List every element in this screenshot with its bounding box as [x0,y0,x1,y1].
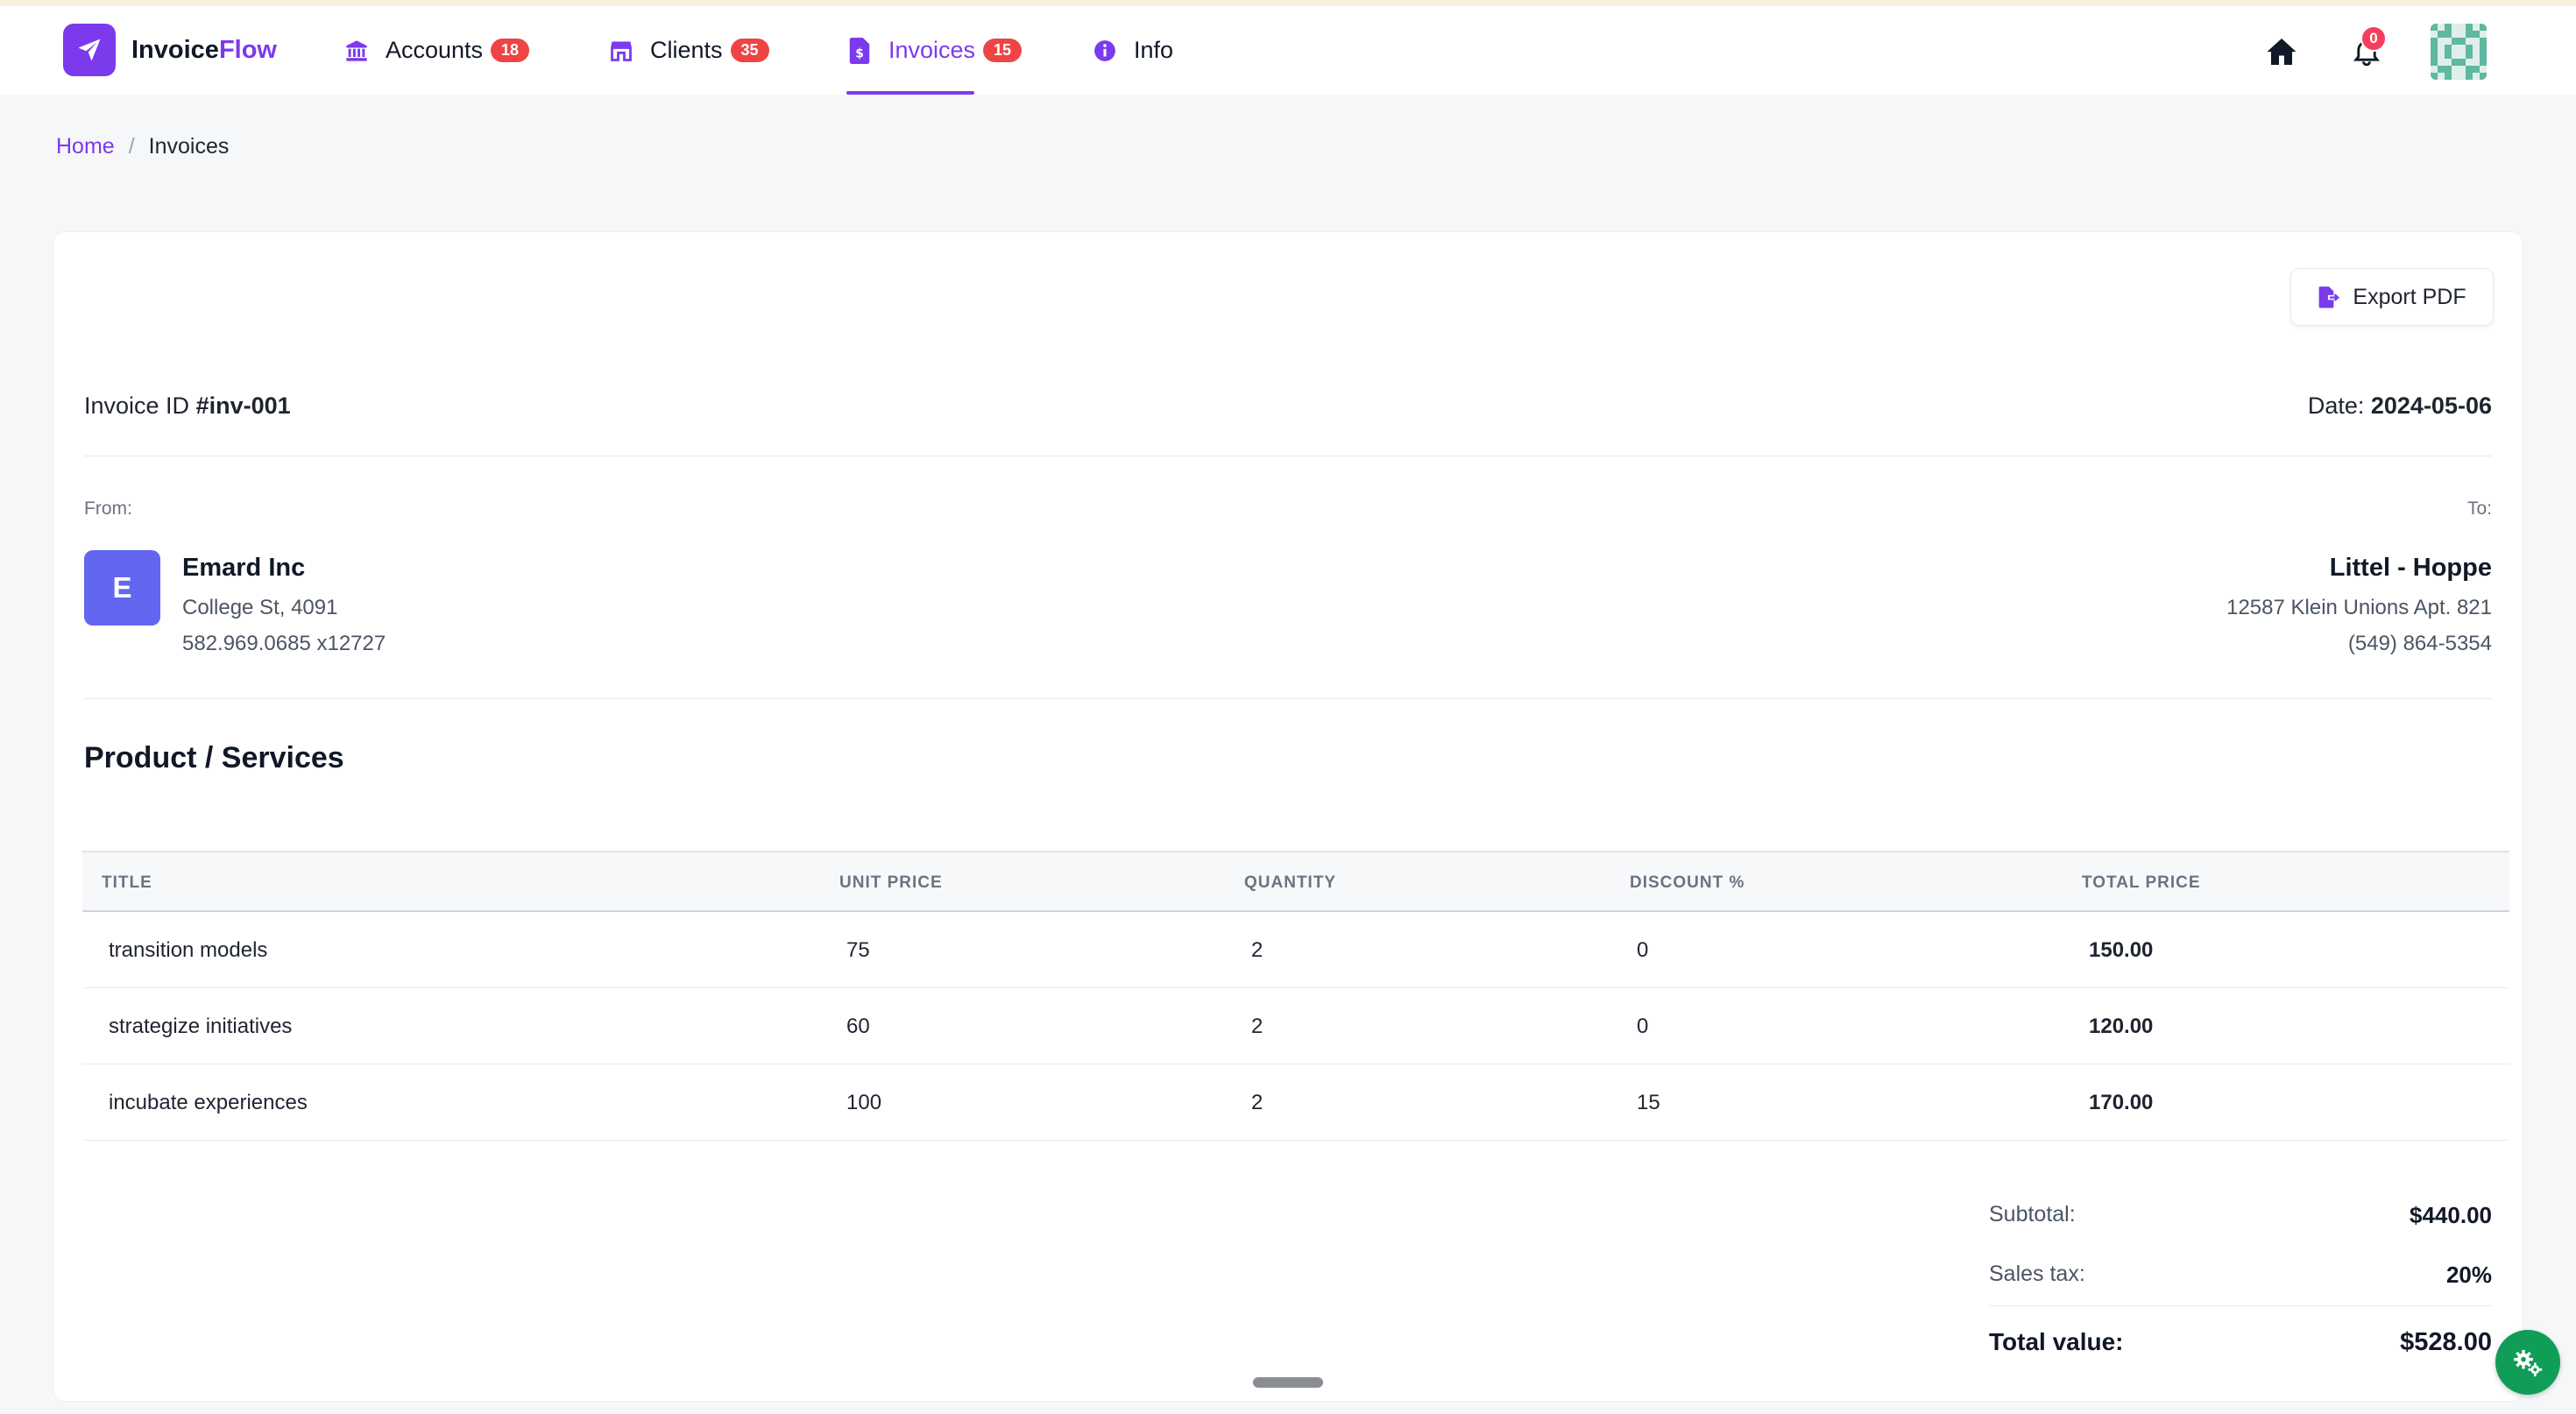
sender-name: Emard Inc [182,554,306,582]
sender-avatar: E [84,550,160,626]
count-badge: 35 [730,39,769,62]
cell-discount: 0 [1637,1015,1649,1038]
count-badge: 18 [491,39,530,62]
nav-item-info[interactable]: Info [1092,6,1173,95]
nav-item-invoices[interactable]: $ Invoices 15 [846,6,1023,95]
table-row: transition models 75 2 0 150.00 [82,912,2509,988]
breadcrumb-current: Invoices [148,134,230,159]
brand[interactable]: InvoiceFlow [63,24,277,76]
cell-quantity: 2 [1251,1091,1263,1114]
cell-unit-price: 75 [846,938,870,962]
sender-phone: 582.969.0685 x12727 [182,632,386,655]
cell-title: strategize initiatives [109,1015,293,1038]
cell-discount: 0 [1637,938,1649,962]
recipient-phone: (549) 864-5354 [2347,632,2492,655]
cell-unit-price: 100 [846,1091,882,1114]
divider [1989,1305,2492,1306]
invoice-file-icon: $ [846,37,873,64]
top-navbar: InvoiceFlow Accounts 18 Clients 35 $ Inv… [0,6,2576,95]
sales-tax-value: 20% [2445,1262,2492,1288]
home-icon[interactable] [2266,36,2297,67]
notification-badge: 0 [2360,25,2387,52]
column-header-unit-price: UNIT PRICE [839,873,943,892]
nav-item-label: Clients [650,37,723,63]
to-label: To: [2466,498,2492,519]
nav-item-accounts[interactable]: Accounts 18 [343,6,530,95]
cell-quantity: 2 [1251,938,1263,962]
column-header-total-price: TOTAL PRICE [2082,873,2201,892]
products-table: TITLE UNIT PRICE QUANTITY DISCOUNT % TOT… [82,851,2509,1141]
sender-address: College St, 4091 [182,596,338,619]
brand-name: InvoiceFlow [131,35,277,64]
store-icon [608,38,634,64]
breadcrumb-separator: / [128,134,135,159]
invoice-card [53,231,2523,1402]
avatar[interactable] [2431,24,2487,80]
recipient-address: 12587 Klein Unions Apt. 821 [2226,596,2492,619]
table-row: strategize initiatives 60 2 0 120.00 [82,988,2509,1064]
nav-item-label: Invoices [888,37,976,63]
nav-item-clients[interactable]: Clients 35 [608,6,769,95]
cell-unit-price: 60 [846,1015,870,1038]
settings-button[interactable] [2495,1330,2560,1395]
recipient-name: Littel - Hoppe [2329,554,2492,582]
from-label: From: [84,498,132,519]
divider [84,698,2492,699]
info-circle-icon [1092,38,1118,64]
nav-item-label: Accounts [386,37,484,63]
subtotal-label: Subtotal: [1989,1202,2076,1227]
count-badge: 15 [983,39,1023,62]
column-header-quantity: QUANTITY [1244,873,1337,892]
table-row: incubate experiences 100 2 15 170.00 [82,1064,2509,1141]
cell-total: 150.00 [2089,938,2154,962]
subtotal-value: $440.00 [2410,1202,2492,1228]
products-section-title: Product / Services [84,741,344,774]
export-pdf-label: Export PDF [2353,284,2466,309]
bank-icon [343,38,370,64]
invoice-date: Date: 2024-05-06 [2307,392,2492,419]
cell-total: 120.00 [2089,1015,2154,1038]
cell-title: transition models [109,938,268,962]
invoice-id: Invoice ID #inv-001 [84,392,291,419]
file-export-icon [2318,286,2340,308]
svg-text:$: $ [855,46,864,60]
total-value-amount: $528.00 [2400,1328,2492,1356]
total-value-label: Total value: [1989,1328,2124,1355]
sales-tax-label: Sales tax: [1989,1262,2085,1286]
column-header-discount: DISCOUNT % [1630,873,1745,892]
export-pdf-button[interactable]: Export PDF [2290,268,2494,326]
cell-title: incubate experiences [109,1091,308,1114]
breadcrumb: Home / Invoices [56,134,229,159]
paper-plane-icon [63,24,116,76]
top-accent-line [0,0,2576,6]
cell-quantity: 2 [1251,1015,1263,1038]
gears-icon [2510,1345,2545,1380]
cell-discount: 15 [1637,1091,1660,1114]
column-header-title: TITLE [102,873,152,892]
cell-total: 170.00 [2089,1091,2154,1114]
breadcrumb-home-link[interactable]: Home [56,134,115,159]
nav-item-label: Info [1134,37,1174,63]
table-header: TITLE UNIT PRICE QUANTITY DISCOUNT % TOT… [82,851,2509,912]
drag-handle[interactable] [1253,1377,1323,1388]
